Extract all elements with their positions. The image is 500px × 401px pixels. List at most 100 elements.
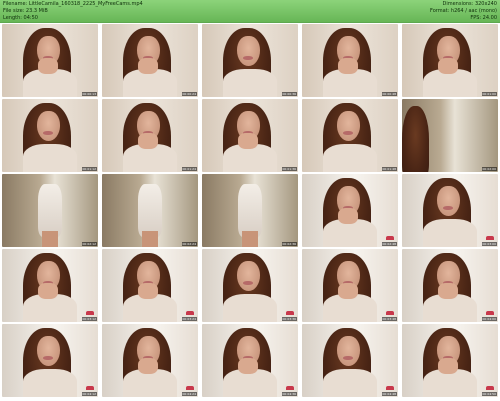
person-hand: [338, 282, 358, 299]
person-hand: [238, 132, 258, 149]
video-thumbnail[interactable]: 00:04:12: [2, 324, 98, 397]
person-hand: [438, 282, 458, 299]
person-face: [36, 335, 60, 367]
watermark-logo: [486, 311, 494, 315]
person-partial: [402, 106, 429, 172]
video-thumbnail[interactable]: 00:02:24: [102, 174, 198, 247]
thumbnail-timestamp: 00:00:13: [81, 92, 97, 96]
file-info-header: Filename: LittleCamila_160318_2225_MyFre…: [0, 0, 500, 23]
person-dress: [38, 184, 62, 237]
video-thumbnail[interactable]: 00:00:48: [302, 24, 398, 97]
thumbnail-timestamp: 00:03:12: [81, 317, 97, 321]
thumbnail-timestamp: 00:00:24: [181, 92, 197, 96]
person-lips: [443, 206, 453, 210]
person-hand: [138, 132, 158, 149]
video-thumbnail[interactable]: 00:02:48: [302, 174, 398, 247]
person-lips: [343, 356, 353, 360]
thumbnail-timestamp: 00:03:36: [281, 317, 297, 321]
video-thumbnail[interactable]: 00:00:13: [2, 24, 98, 97]
thumbnail-timestamp: 00:02:00: [481, 167, 497, 171]
person-hand: [138, 282, 158, 299]
person-legs: [242, 230, 258, 247]
video-thumbnail[interactable]: 00:01:36: [202, 99, 298, 172]
video-thumbnail[interactable]: 00:03:00: [402, 174, 498, 247]
video-thumbnail[interactable]: 00:02:00: [402, 99, 498, 172]
person-hand: [38, 57, 58, 74]
thumbnail-timestamp: 00:01:12: [81, 167, 97, 171]
person-hand: [338, 207, 358, 224]
watermark-logo: [286, 386, 294, 390]
person-hand: [38, 282, 58, 299]
watermark-logo: [386, 311, 394, 315]
video-thumbnail[interactable]: 00:03:48: [302, 249, 398, 322]
video-thumbnail[interactable]: 00:03:12: [2, 249, 98, 322]
thumbnail-timestamp: 00:04:36: [281, 392, 297, 396]
thumbnail-timestamp: 00:03:48: [381, 317, 397, 321]
video-thumbnail[interactable]: 00:00:24: [102, 24, 198, 97]
watermark-logo: [486, 236, 494, 240]
watermark-logo: [486, 386, 494, 390]
thumbnail-timestamp: 00:04:12: [81, 392, 97, 396]
person-hand: [338, 57, 358, 74]
watermark-logo: [386, 236, 394, 240]
person-hand: [138, 357, 158, 374]
video-thumbnail[interactable]: 00:00:36: [202, 24, 298, 97]
thumbnail-timestamp: 00:01:24: [181, 167, 197, 171]
file-info-right: Dimensions: 320x240 Format: h264 / aac (…: [430, 1, 497, 22]
person-top: [23, 369, 77, 397]
video-thumbnail[interactable]: 00:01:48: [302, 99, 398, 172]
person-hand: [438, 57, 458, 74]
video-thumbnail[interactable]: 00:04:00: [402, 249, 498, 322]
video-thumbnail[interactable]: 00:04:24: [102, 324, 198, 397]
watermark-logo: [86, 311, 94, 315]
video-thumbnail[interactable]: 00:02:36: [202, 174, 298, 247]
video-thumbnail[interactable]: 00:04:50: [402, 324, 498, 397]
person-face: [236, 260, 260, 292]
thumbnail-timestamp: 00:00:36: [281, 92, 297, 96]
dimensions-label: Dimensions: 320x240: [442, 1, 497, 7]
video-thumbnail[interactable]: 00:01:24: [102, 99, 198, 172]
person-top: [323, 144, 377, 172]
person-face: [436, 185, 460, 217]
thumbnail-timestamp: 00:04:50: [481, 392, 497, 396]
person-hand: [138, 57, 158, 74]
video-thumbnail[interactable]: 00:02:12: [2, 174, 98, 247]
person-dress: [138, 184, 162, 237]
format-label: Format: h264 / aac (mono): [430, 8, 497, 14]
thumbnail-timestamp: 00:01:00: [481, 92, 497, 96]
thumbnail-timestamp: 00:00:48: [381, 92, 397, 96]
person-face: [236, 35, 260, 67]
video-thumbnail[interactable]: 00:01:12: [2, 99, 98, 172]
length-label: Length: 04:50: [3, 15, 38, 21]
thumbnail-timestamp: 00:04:00: [481, 317, 497, 321]
thumbnail-timestamp: 00:04:48: [381, 392, 397, 396]
thumbnail-timestamp: 00:04:24: [181, 392, 197, 396]
person-lips: [343, 131, 353, 135]
thumbnail-timestamp: 00:02:48: [381, 242, 397, 246]
fps-label: FPS: 24.00: [470, 15, 497, 21]
person-hand: [238, 357, 258, 374]
person-top: [223, 69, 277, 97]
video-thumbnail[interactable]: 00:03:36: [202, 249, 298, 322]
video-thumbnail[interactable]: 00:04:36: [202, 324, 298, 397]
watermark-logo: [286, 311, 294, 315]
thumbnail-timestamp: 00:01:48: [381, 167, 397, 171]
thumbnail-timestamp: 00:03:00: [481, 242, 497, 246]
person-legs: [142, 230, 158, 247]
person-top: [223, 294, 277, 322]
video-thumbnail[interactable]: 00:04:48: [302, 324, 398, 397]
person-lips: [243, 56, 253, 60]
person-lips: [243, 281, 253, 285]
file-info-left: Filename: LittleCamila_160318_2225_MyFre…: [3, 1, 143, 22]
video-thumbnail[interactable]: 00:03:24: [102, 249, 198, 322]
person-top: [23, 144, 77, 172]
video-thumbnail[interactable]: 00:01:00: [402, 24, 498, 97]
thumbnail-grid: 00:00:13 00:00:24 00:00:36 00:00:48 00:01:00…: [2, 24, 498, 399]
person-hand: [438, 357, 458, 374]
person-face: [336, 110, 360, 142]
thumbnail-timestamp: 00:03:24: [181, 317, 197, 321]
person-dress: [238, 184, 262, 237]
person-lips: [43, 356, 53, 360]
thumbnail-timestamp: 00:02:36: [281, 242, 297, 246]
thumbnail-timestamp: 00:02:24: [181, 242, 197, 246]
